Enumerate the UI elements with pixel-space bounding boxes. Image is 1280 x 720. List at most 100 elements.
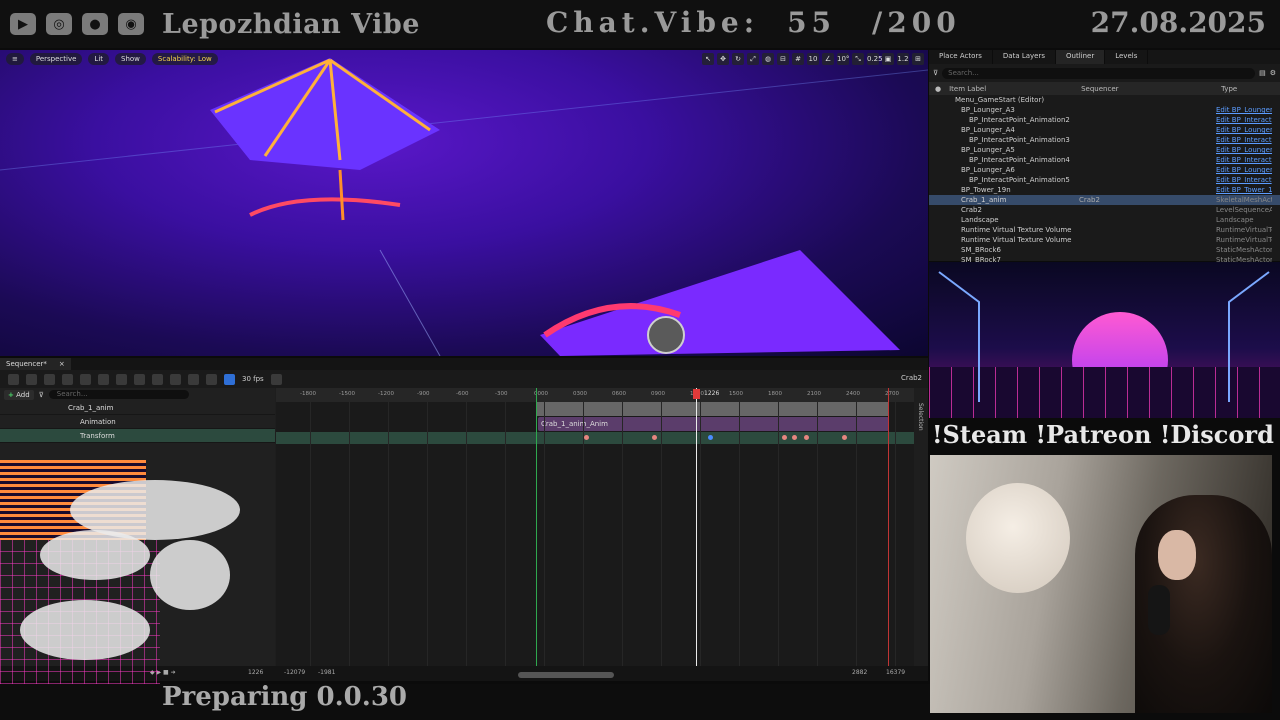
angle-snap-icon[interactable]: ∠ — [822, 53, 834, 65]
outliner-row[interactable]: BP_Lounger_A6 Edit BP_Lounger_ — [929, 165, 1280, 175]
snap-magnet-icon[interactable] — [224, 373, 235, 385]
scale-snap-icon[interactable]: ⤡ — [852, 53, 864, 65]
render-movie-icon[interactable] — [62, 373, 73, 385]
outliner-row[interactable]: BP_Lounger_A4 Edit BP_Lounger_ — [929, 125, 1280, 135]
view-range-start[interactable]: -1981 — [318, 669, 335, 676]
playhead-frame: 1226 — [704, 390, 720, 397]
column-type[interactable]: Type — [1221, 85, 1237, 93]
camera-speed-icon[interactable]: ▣ — [882, 53, 894, 65]
outliner-row[interactable]: Landscape Landscape — [929, 215, 1280, 225]
curve-editor-icon[interactable] — [188, 373, 199, 385]
column-item-label[interactable]: Item Label — [941, 85, 1081, 93]
actions-icon[interactable] — [80, 373, 91, 385]
fps-select[interactable]: 30 fps — [242, 375, 264, 383]
keyframe[interactable] — [842, 435, 847, 440]
add-track-button[interactable]: + Add — [4, 389, 34, 400]
timeline-area[interactable]: -1800 -1500 -1200 -900 -600 -300 0000 0300 0600 0… — [276, 388, 914, 666]
show-button[interactable]: Show — [115, 53, 146, 65]
keyframe[interactable] — [804, 435, 809, 440]
outliner-row[interactable]: Crab2 LevelSequenceAc — [929, 205, 1280, 215]
track-search-input[interactable]: Search... — [48, 390, 189, 399]
keyframe-icon[interactable] — [170, 373, 181, 385]
lit-button[interactable]: Lit — [88, 53, 110, 65]
transform-track-lane[interactable] — [276, 432, 914, 444]
move-tool-icon[interactable]: ✥ — [717, 53, 729, 65]
tab-sequencer[interactable]: Sequencer* — [0, 358, 53, 370]
outliner-row[interactable]: BP_InteractPoint_Animation2 Edit BP_Inter… — [929, 115, 1280, 125]
outliner-row[interactable]: BP_Tower_19n Edit BP_Tower_1 — [929, 185, 1280, 195]
tab-place-actors[interactable]: Place Actors — [929, 50, 993, 64]
keyframe-selected[interactable] — [708, 435, 713, 440]
track-animation[interactable]: Animation — [0, 415, 275, 429]
playback-start-line[interactable] — [536, 388, 537, 666]
marker-icon[interactable] — [206, 373, 217, 385]
chat-max: /200 — [872, 6, 961, 39]
outliner-row[interactable]: Menu_GameStart (Editor) — [929, 95, 1280, 105]
section-range-bar[interactable] — [536, 402, 889, 416]
camera-binding[interactable]: Crab2 — [901, 374, 922, 382]
outliner-row-selected[interactable]: Crab_1_anim Crab2 SkeletalMeshActo — [929, 195, 1280, 205]
scale-tool-icon[interactable]: ⤢ — [747, 53, 759, 65]
grid-snap-value[interactable]: 10 — [807, 53, 819, 65]
rotate-tool-icon[interactable]: ↻ — [732, 53, 744, 65]
surface-snap-icon[interactable]: ⊟ — [777, 53, 789, 65]
scalability-button[interactable]: Scalability: Low — [151, 53, 218, 65]
settings-gear-icon[interactable]: ⚙ — [1270, 69, 1276, 77]
outliner-search-input[interactable]: Search... — [942, 67, 1256, 79]
filter-icon[interactable]: ⊽ — [933, 69, 938, 77]
angle-snap-value[interactable]: 10° — [837, 53, 849, 65]
neon-lines — [938, 271, 1270, 402]
column-sequencer[interactable]: Sequencer — [1081, 85, 1221, 93]
animation-clip[interactable]: Crab_1_anim_Anim — [538, 417, 889, 431]
grid-snap-icon[interactable]: # — [792, 53, 804, 65]
select-tool-icon[interactable]: ↖ — [702, 53, 714, 65]
outliner-row[interactable]: Runtime Virtual Texture Volume RuntimeVir… — [929, 235, 1280, 245]
keyframe[interactable] — [584, 435, 589, 440]
viewport-menu-button[interactable]: ≡ — [6, 53, 24, 65]
playback-end-line[interactable] — [888, 388, 889, 666]
close-tab-icon[interactable]: × — [52, 358, 71, 370]
time-ruler[interactable]: -1800 -1500 -1200 -900 -600 -300 0000 0300 0600 0… — [276, 388, 914, 402]
view-range-end[interactable]: 2882 — [852, 669, 867, 676]
playback-options-icon[interactable] — [116, 373, 127, 385]
outliner-rows: Menu_GameStart (Editor) BP_Lounger_A3 Edi… — [929, 95, 1280, 265]
keyframe[interactable] — [782, 435, 787, 440]
outliner-row[interactable]: SM_BRock6 StaticMeshActor — [929, 245, 1280, 255]
playhead-line[interactable] — [696, 388, 697, 666]
keyframe[interactable] — [652, 435, 657, 440]
save-icon[interactable] — [26, 373, 37, 385]
snap-options-icon[interactable] — [152, 373, 163, 385]
camera-speed-value[interactable]: 1.2 — [897, 53, 909, 65]
outliner-row[interactable]: BP_InteractPoint_Animation5 Edit BP_Inter… — [929, 175, 1280, 185]
timeline-scrollbar[interactable] — [518, 672, 614, 678]
world-icon[interactable] — [8, 373, 19, 385]
range-end[interactable]: 16379 — [886, 669, 905, 676]
tab-outliner[interactable]: Outliner — [1056, 50, 1106, 64]
maximize-viewport-icon[interactable]: ⊞ — [912, 53, 924, 65]
track-crab[interactable]: Crab_1_anim — [0, 401, 275, 415]
key-icon[interactable] — [98, 373, 109, 385]
outliner-row[interactable]: BP_Lounger_A3 Edit BP_Lounger_ — [929, 105, 1280, 115]
browse-icon[interactable] — [44, 373, 55, 385]
selection-sidebar-label[interactable]: Selection — [917, 403, 924, 431]
range-start[interactable]: -12079 — [284, 669, 305, 676]
add-folder-icon[interactable]: ▤ — [1259, 69, 1266, 77]
tab-levels[interactable]: Levels — [1105, 50, 1149, 64]
graph-icon[interactable] — [270, 373, 282, 385]
outliner-row[interactable]: BP_Lounger_A5 Edit BP_Lounger_ — [929, 145, 1280, 155]
outliner-row[interactable]: BP_InteractPoint_Animation3 Edit BP_Inter… — [929, 135, 1280, 145]
outliner-search-row: ⊽ Search... ▤ ⚙ — [933, 66, 1276, 80]
world-local-icon[interactable]: ◍ — [762, 53, 774, 65]
outliner-row[interactable]: Runtime Virtual Texture Volume RuntimeVir… — [929, 225, 1280, 235]
view-options-icon[interactable] — [134, 373, 145, 385]
scale-snap-value[interactable]: 0.25 — [867, 53, 883, 65]
game-preview — [929, 262, 1280, 418]
filter-icon[interactable]: ⊽ — [39, 391, 44, 399]
perspective-button[interactable]: Perspective — [29, 53, 83, 65]
keyframe[interactable] — [792, 435, 797, 440]
playhead-handle[interactable] — [693, 389, 700, 399]
track-transform[interactable]: Transform — [0, 429, 275, 443]
tab-data-layers[interactable]: Data Layers — [993, 50, 1057, 64]
outliner-row[interactable]: BP_InteractPoint_Animation4 Edit BP_Inter… — [929, 155, 1280, 165]
level-viewport[interactable]: ≡ Perspective Lit Show Scalability: Low … — [0, 50, 928, 356]
